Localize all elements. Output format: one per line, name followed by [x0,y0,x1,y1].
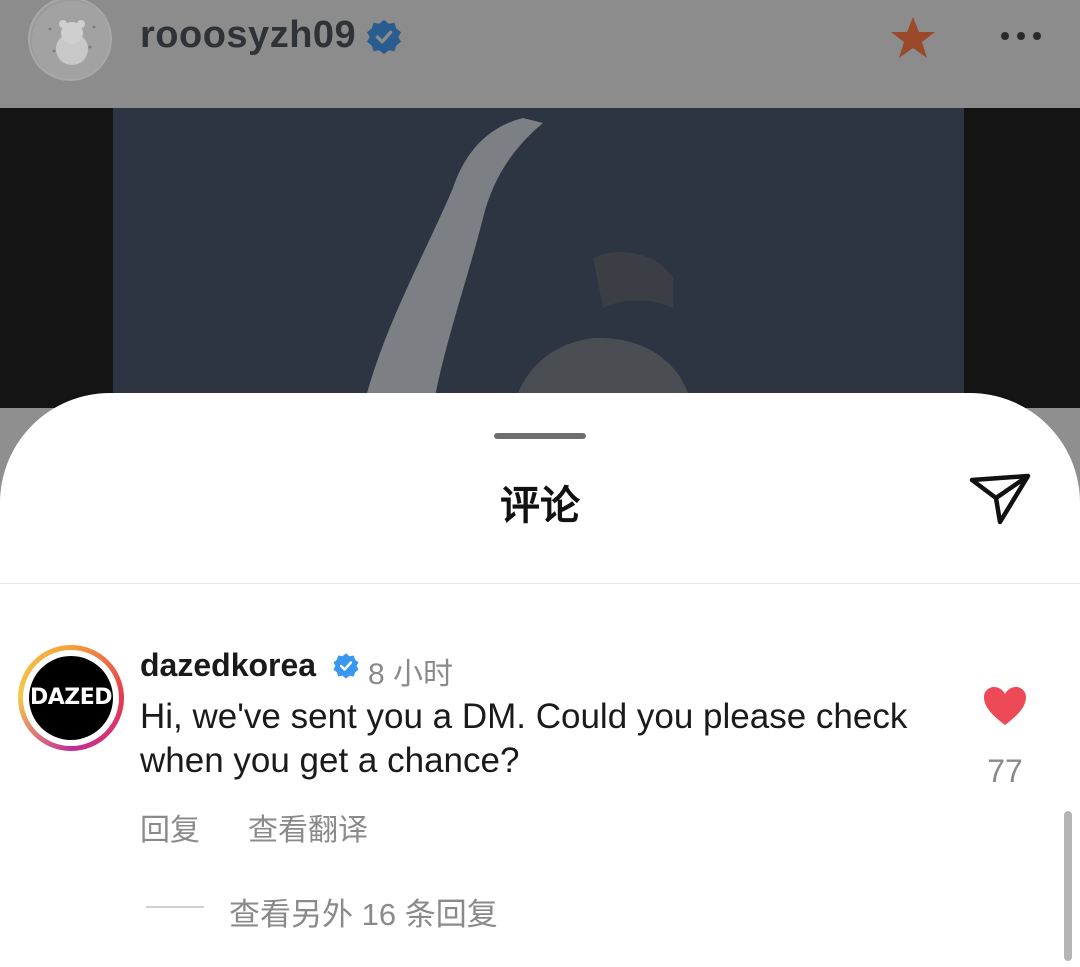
scrollbar[interactable] [1064,811,1072,961]
dazed-logo: DAZED [29,656,113,740]
see-translation-button[interactable]: 查看翻译 [248,805,368,849]
comments-sheet: 评论 DAZED dazedkorea 8 小时 Hi, we've sent … [0,393,1080,967]
comment-timestamp: 8 小时 [368,658,454,691]
profile-avatar[interactable] [28,0,112,81]
reply-button[interactable]: 回复 [140,805,200,849]
bear-avatar-icon [32,1,110,79]
post-header: rooosyzh09 [0,0,1080,108]
commenter-avatar[interactable]: DAZED [18,645,124,751]
post-username[interactable]: rooosyzh09 [140,14,356,57]
sheet-title: 评论 [500,484,580,528]
replies-line [146,906,204,908]
like-count: 77 [987,753,1023,789]
post-photo [113,108,964,408]
verified-badge-icon [333,653,359,679]
share-send-icon[interactable] [966,468,1034,528]
header-divider [0,583,1080,584]
more-options-icon[interactable] [996,18,1046,54]
photo-silhouette-icon [363,118,693,408]
verified-badge-icon [366,19,402,55]
favorite-star-icon[interactable] [889,14,937,62]
like-heart-icon[interactable] [982,685,1028,727]
view-more-replies-button[interactable]: 查看另外 16 条回复 [229,889,498,934]
sheet-drag-handle[interactable] [494,433,586,439]
comment-text: Hi, we've sent you a DM. Could you pleas… [140,697,908,780]
comment-username[interactable]: dazedkorea [140,647,316,684]
